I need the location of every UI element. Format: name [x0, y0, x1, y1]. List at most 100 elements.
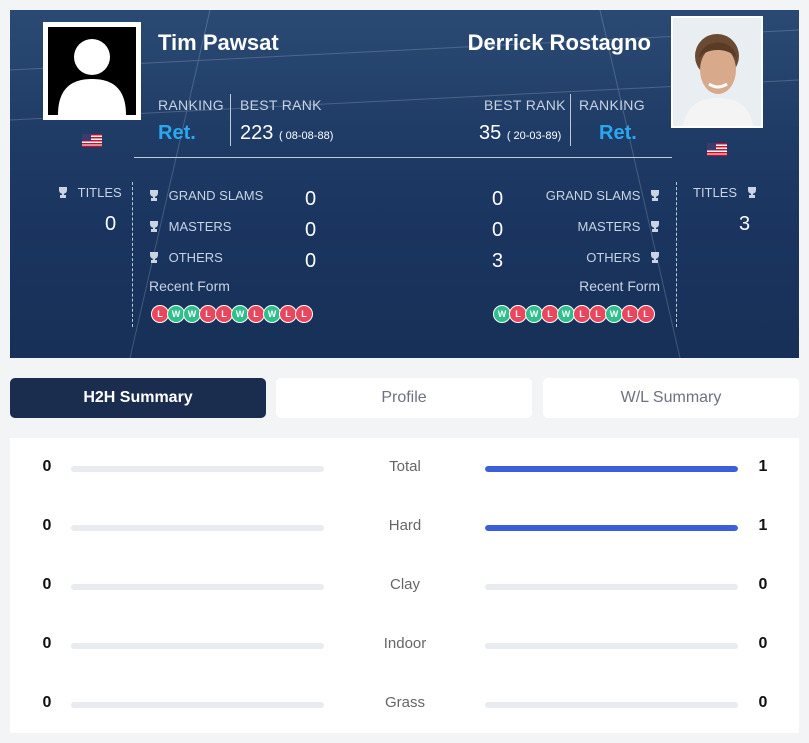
player-right-grand-slams-label: GRAND SLAMS [546, 188, 660, 203]
player-right-masters: 0 [492, 219, 504, 241]
player-right-others-label: OTHERS [586, 250, 660, 265]
h2h-right-value: 1 [758, 517, 768, 534]
h2h-right-value: 1 [758, 458, 768, 475]
h2h-left-value: 0 [42, 694, 52, 711]
player-comparison-header: Tim Pawsat Derrick Rostagno RANKING Ret.… [10, 10, 799, 358]
h2h-row-label: Grass [384, 694, 425, 711]
player-left-titles-label: TITLES [58, 185, 122, 200]
player-right-name[interactable]: Derrick Rostagno [468, 30, 651, 56]
trophy-icon [59, 187, 67, 198]
trophy-icon [651, 221, 659, 232]
player-right-best-rank: 35 ( 20-03-89) [479, 122, 561, 145]
h2h-row-hard: 0 Hard 1 [10, 517, 799, 537]
player-left-others-label: OTHERS [149, 250, 223, 265]
others-label-text: OTHERS [168, 250, 223, 265]
others-label-text: OTHERS [586, 250, 641, 265]
player-left-masters-label: MASTERS [149, 219, 231, 234]
player-right-recent-form: WLWLWLLWLL [493, 305, 655, 323]
h2h-left-bar [71, 584, 324, 590]
player-right-titles: 3 [739, 213, 751, 235]
h2h-left-bar [71, 643, 324, 649]
h2h-right-value: 0 [758, 635, 768, 652]
header-divider [134, 157, 672, 158]
titles-label-text: TITLES [693, 185, 738, 200]
trophy-icon [747, 187, 756, 198]
h2h-left-value: 0 [42, 576, 52, 593]
h2h-left-bar [71, 466, 324, 472]
h2h-right-bar [485, 584, 738, 590]
h2h-right-bar [485, 643, 738, 649]
player-right-avatar[interactable] [671, 16, 763, 128]
trophy-icon [150, 252, 158, 263]
h2h-left-bar [71, 702, 324, 708]
h2h-right-bar [485, 525, 738, 531]
form-result-loss-badge: L [637, 305, 655, 323]
titles-label-text: TITLES [77, 185, 122, 200]
player-left-ranking-label: RANKING [158, 97, 224, 113]
trophy-icon [651, 190, 659, 201]
player-left-grand-slams-label: GRAND SLAMS [149, 188, 263, 203]
player-right-ranking-label: RANKING [579, 97, 645, 113]
h2h-right-value: 0 [758, 576, 768, 593]
best-rank-date: ( 20-03-89) [506, 130, 562, 142]
h2h-right-bar [485, 466, 738, 472]
h2h-row-label: Clay [389, 576, 420, 593]
divider [570, 94, 571, 146]
player-left-titles: 0 [105, 213, 117, 235]
h2h-right-value: 0 [758, 694, 768, 711]
player-left-ranking: Ret. [158, 122, 196, 144]
dashed-divider [132, 182, 133, 327]
h2h-row-label: Total [389, 458, 421, 475]
h2h-row-clay: 0 Clay 0 [10, 576, 799, 596]
player-right-best-rank-label: BEST RANK [484, 97, 566, 113]
player-left-grand-slams: 0 [305, 188, 317, 210]
h2h-left-bar [71, 525, 324, 531]
h2h-left-value: 0 [42, 635, 52, 652]
h2h-right-bar [485, 702, 738, 708]
h2h-row-grass: 0 Grass 0 [10, 694, 799, 714]
tab-bar: H2H Summary Profile W/L Summary [10, 378, 799, 418]
h2h-row-label: Hard [388, 517, 422, 534]
player-right-recent-form-label: Recent Form [579, 278, 660, 294]
tab-profile[interactable]: Profile [276, 378, 532, 418]
player-left-others: 0 [305, 250, 317, 272]
player-left-recent-form-label: Recent Form [149, 278, 230, 294]
player-left-avatar[interactable] [43, 22, 141, 120]
us-flag-icon [707, 143, 727, 156]
tab-wl-summary[interactable]: W/L Summary [543, 378, 799, 418]
player-left-masters: 0 [305, 219, 317, 241]
best-rank-value: 223 [240, 122, 274, 144]
trophy-icon [150, 221, 158, 232]
h2h-row-indoor: 0 Indoor 0 [10, 635, 799, 655]
player-left-recent-form: LWWLLWLWLL [151, 305, 313, 323]
dashed-divider [676, 182, 677, 327]
player-right-others: 3 [492, 250, 504, 272]
h2h-right-bar-fill [485, 525, 738, 531]
user-silhouette-icon [48, 27, 136, 115]
player-left-name[interactable]: Tim Pawsat [158, 30, 279, 56]
tab-h2h-summary[interactable]: H2H Summary [10, 378, 266, 418]
h2h-left-value: 0 [42, 517, 52, 534]
player-right-masters-label: MASTERS [578, 219, 660, 234]
best-rank-value: 35 [479, 122, 502, 144]
h2h-left-value: 0 [42, 458, 52, 475]
trophy-icon [150, 190, 158, 201]
h2h-row-label: Indoor [383, 635, 427, 652]
masters-label-text: MASTERS [577, 219, 641, 234]
grand-slams-label-text: GRAND SLAMS [545, 188, 641, 203]
h2h-summary-panel: 0 Total 1 0 Hard 1 0 Clay 0 0 Indoor 0 0 Grass 0 [10, 438, 799, 733]
player-right-titles-label: TITLES [693, 185, 757, 200]
masters-label-text: MASTERS [168, 219, 232, 234]
grand-slams-label-text: GRAND SLAMS [168, 188, 264, 203]
best-rank-date: ( 08-08-88) [278, 130, 334, 142]
form-result-loss-badge: L [295, 305, 313, 323]
trophy-icon [651, 252, 659, 263]
divider [230, 94, 231, 146]
h2h-right-bar-fill [485, 466, 738, 472]
player-right-ranking: Ret. [599, 122, 637, 144]
h2h-row-total: 0 Total 1 [10, 458, 799, 478]
player-left-best-rank-label: BEST RANK [240, 97, 322, 113]
us-flag-icon [82, 134, 102, 147]
player-left-best-rank: 223 ( 08-08-88) [240, 122, 333, 145]
player-right-grand-slams: 0 [492, 188, 504, 210]
